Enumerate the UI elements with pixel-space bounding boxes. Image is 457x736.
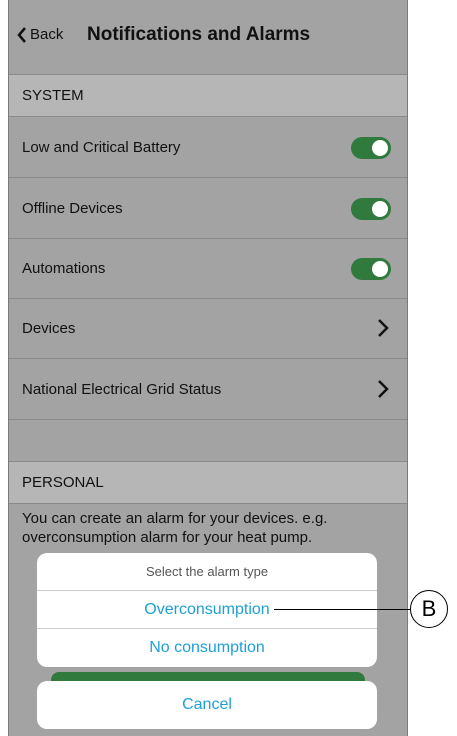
section-spacer — [9, 420, 407, 462]
cancel-button[interactable]: Cancel — [37, 681, 377, 729]
callout-line — [274, 609, 411, 610]
callout-marker: B — [410, 590, 448, 628]
battery-toggle[interactable] — [351, 137, 391, 159]
row-label: Low and Critical Battery — [22, 139, 181, 156]
option-no-consumption[interactable]: No consumption — [37, 629, 377, 667]
back-label: Back — [30, 26, 64, 43]
row-label: Offline Devices — [22, 200, 123, 217]
row-label: Devices — [22, 320, 76, 337]
row-label: National Electrical Grid Status — [22, 381, 222, 398]
toggle-knob — [372, 261, 388, 277]
personal-description: You can create an alarm for your devices… — [22, 510, 328, 546]
row-national-grid-status[interactable]: National Electrical Grid Status — [9, 360, 407, 420]
chevron-right-icon — [378, 319, 389, 337]
nav-header: Back Notifications and Alarms — [9, 0, 407, 75]
row-low-critical-battery: Low and Critical Battery — [9, 118, 407, 178]
row-devices[interactable]: Devices — [9, 299, 407, 359]
toggle-knob — [372, 201, 388, 217]
page-title: Notifications and Alarms — [87, 24, 311, 45]
back-button[interactable]: Back — [17, 26, 63, 43]
section-header-personal: PERSONAL — [9, 462, 407, 504]
alarm-type-sheet: Select the alarm type Overconsumption No… — [37, 553, 377, 667]
chevron-right-icon — [378, 380, 389, 398]
sheet-title: Select the alarm type — [37, 553, 377, 591]
toggle-knob — [372, 140, 388, 156]
automations-toggle[interactable] — [351, 258, 391, 280]
section-header-system: SYSTEM — [9, 75, 407, 117]
row-automations: Automations — [9, 239, 407, 299]
option-overconsumption[interactable]: Overconsumption — [37, 591, 377, 629]
row-offline-devices: Offline Devices — [9, 179, 407, 239]
row-label: Automations — [22, 260, 106, 277]
offline-devices-toggle[interactable] — [351, 198, 391, 220]
chevron-left-icon — [17, 26, 26, 43]
